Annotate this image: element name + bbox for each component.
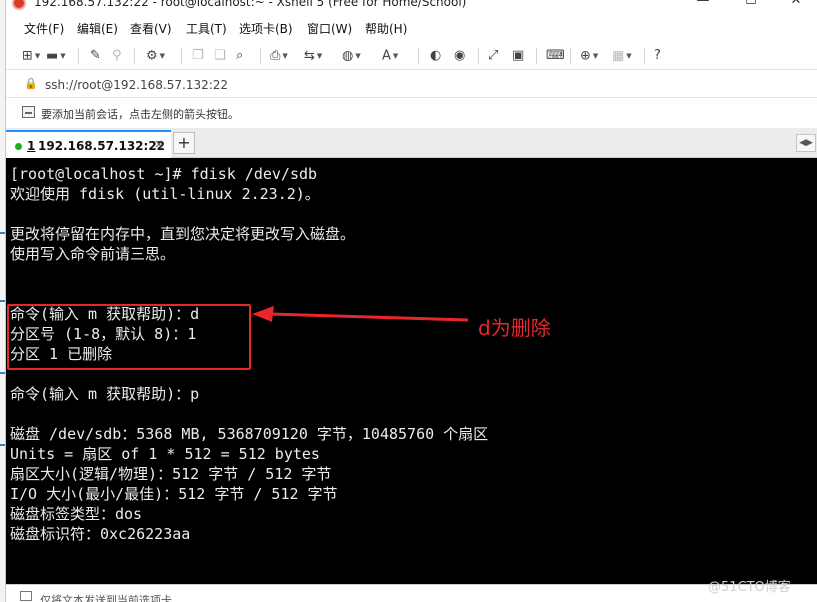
globe-icon[interactable]: ◍ ▼ [342, 47, 361, 65]
menu-bar: 文件(F) 编辑(E) 查看(V) 工具(T) 选项卡(B) 窗口(W) 帮助(… [6, 14, 817, 42]
title-bar: 192.168.57.132:22 - root@localhost:~ - X… [0, 0, 817, 12]
find-icon[interactable]: ⌕ [236, 47, 243, 65]
terminal-line: 磁盘标签类型：dos [10, 505, 143, 523]
lock-icon[interactable]: ▣ [512, 47, 524, 65]
xftp-icon[interactable]: ◐ [430, 47, 441, 65]
xmanager-icon[interactable]: ◉ [454, 47, 465, 65]
terminal-output[interactable]: [root@localhost ~]# fdisk /dev/sdb 欢迎使用 … [6, 158, 817, 584]
tab-number: 1 [27, 139, 36, 153]
transfer-icon[interactable]: ⇆ ▼ [304, 47, 322, 65]
new-tab-button[interactable]: + [173, 132, 195, 154]
menu-tabs[interactable]: 选项卡(B) [239, 20, 293, 37]
connected-status-icon [15, 143, 22, 150]
maximize-button[interactable]: ☐ [728, 0, 774, 12]
terminal-line: 磁盘 /dev/sdb：5368 MB, 5368709120 字节，10485… [10, 425, 489, 443]
open-folder-icon[interactable]: ▬ ▼ [46, 47, 66, 65]
watermark: @51CTO博客 [708, 580, 791, 595]
address-input[interactable]: ssh://root@192.168.57.132:22 [45, 78, 228, 92]
annotation-highlight-box [7, 304, 251, 370]
tab-list-chevron-icon[interactable]: ◀▶ [796, 134, 816, 152]
lock-icon: 🔒 [24, 77, 38, 90]
font-icon[interactable]: A ▼ [382, 47, 398, 65]
terminal-line: 磁盘标识符：0xc26223aa [10, 525, 191, 543]
tab-label: 192.168.57.132:22 [38, 139, 166, 153]
address-bar: 🔒 ssh://root@192.168.57.132:22 [6, 72, 817, 98]
tab-session-1[interactable]: 1 192.168.57.132:22 × [6, 130, 171, 158]
terminal-line: Units = 扇区 of 1 * 512 = 512 bytes [10, 445, 320, 463]
send-mode-icon[interactable] [20, 591, 32, 601]
print-icon[interactable]: ⎙ ▼ [270, 47, 288, 65]
paste-icon[interactable]: ❏ [214, 47, 226, 65]
menu-file[interactable]: 文件(F) [24, 20, 64, 37]
add-tab-icon[interactable]: ⊕ ▼ [580, 47, 598, 65]
send-bar-text[interactable]: 仅将文本发送到当前选项卡 [40, 592, 172, 602]
fullscreen-icon[interactable]: ⤢ [488, 47, 498, 65]
window-title: 192.168.57.132:22 - root@localhost:~ - X… [34, 0, 467, 9]
annotation-arrow-icon [252, 306, 469, 322]
properties-icon[interactable]: ✎ [90, 47, 101, 65]
layout-icon[interactable]: ▦ ▼ [612, 47, 632, 65]
menu-tools[interactable]: 工具(T) [186, 20, 227, 37]
session-manager-icon[interactable]: ⚙ ▼ [146, 47, 165, 65]
keyboard-icon[interactable]: ⌨ [546, 47, 565, 65]
copy-icon[interactable]: ❐ [192, 47, 204, 65]
menu-edit[interactable]: 编辑(E) [77, 20, 118, 37]
toolbar: ⊞ ▼ ▬ ▼ ✎ ⚲ ⚙ ▼ ❐ ❏ ⌕ ⎙ ▼ ⇆ ▼ ◍ ▼ A ▼ ◐ ◉ ⤢ ▣ ⌨… [6, 42, 817, 70]
terminal-line: 更改将停留在内存中，直到您决定将更改写入磁盘。 [10, 225, 356, 243]
terminal-line: [root@localhost ~]# fdisk /dev/sdb [10, 165, 318, 183]
minimize-button[interactable]: — [680, 0, 726, 12]
add-session-arrow-icon[interactable] [22, 106, 35, 118]
terminal-line: 命令(输入 m 获取帮助)：p [10, 385, 200, 403]
disconnect-icon[interactable]: ⚲ [112, 47, 122, 65]
tab-close-icon[interactable]: × [154, 137, 164, 151]
hint-text: 要添加当前会话，点击左侧的箭头按钮。 [41, 108, 239, 121]
close-button[interactable]: ✕ [773, 0, 817, 12]
terminal-line: 使用写入命令前请三思。 [10, 245, 176, 263]
tab-bar: 1 192.168.57.132:22 × + ◀▶ [6, 128, 817, 158]
hint-bar: 要添加当前会话，点击左侧的箭头按钮。 [6, 99, 817, 127]
xshell-logo-icon [12, 0, 26, 10]
terminal-line: 欢迎使用 fdisk (util-linux 2.23.2)。 [10, 185, 320, 203]
help-icon[interactable]: ? [654, 47, 661, 65]
send-bar: 仅将文本发送到当前选项卡 [6, 584, 817, 602]
menu-view[interactable]: 查看(V) [130, 20, 172, 37]
annotation-label: d为删除 [478, 316, 551, 340]
terminal-line: I/O 大小(最小/最佳)：512 字节 / 512 字节 [10, 485, 338, 503]
terminal-line: 扇区大小(逻辑/物理)：512 字节 / 512 字节 [10, 465, 332, 483]
menu-window[interactable]: 窗口(W) [307, 20, 352, 37]
menu-help[interactable]: 帮助(H) [365, 20, 407, 37]
new-session-icon[interactable]: ⊞ ▼ [22, 47, 40, 65]
